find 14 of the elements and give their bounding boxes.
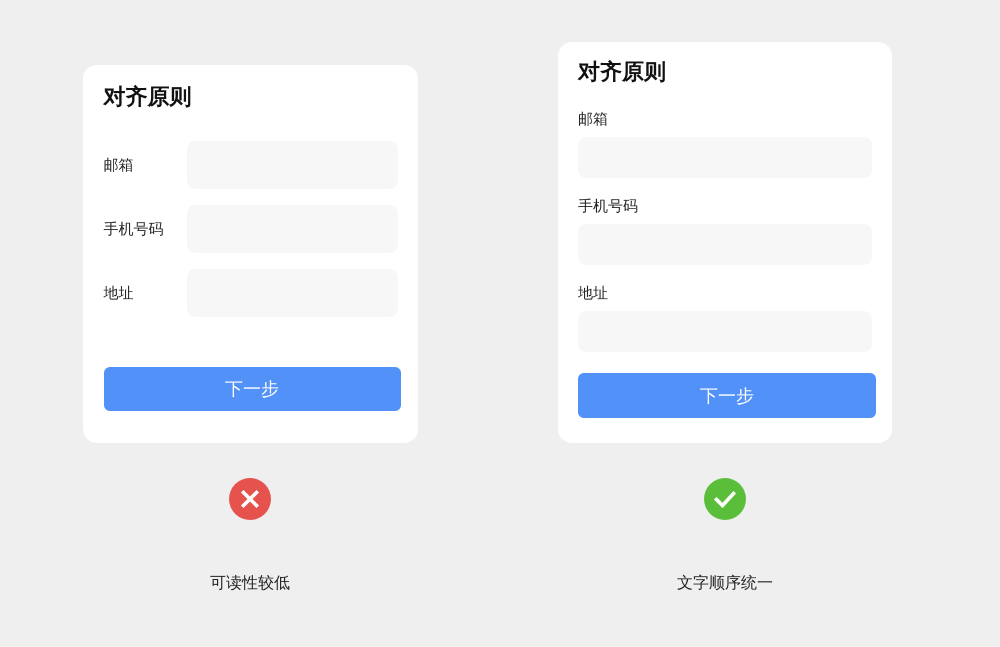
field-label: 地址 — [578, 283, 608, 304]
cross-icon — [229, 478, 271, 520]
field-label: 邮箱 — [104, 155, 134, 176]
check-icon — [704, 478, 746, 520]
card-title: 对齐原则 — [104, 84, 192, 112]
field-label: 手机号码 — [104, 219, 164, 240]
card-title: 对齐原则 — [578, 58, 666, 87]
next-button[interactable]: 下一步 — [104, 367, 400, 411]
next-button[interactable]: 下一步 — [578, 373, 876, 418]
field-label: 地址 — [104, 283, 134, 304]
field-label: 手机号码 — [578, 196, 638, 217]
field-label: 邮箱 — [578, 109, 608, 130]
verdict-caption: 文字顺序统一 — [677, 572, 773, 594]
verdict-caption: 可读性较低 — [210, 572, 290, 594]
